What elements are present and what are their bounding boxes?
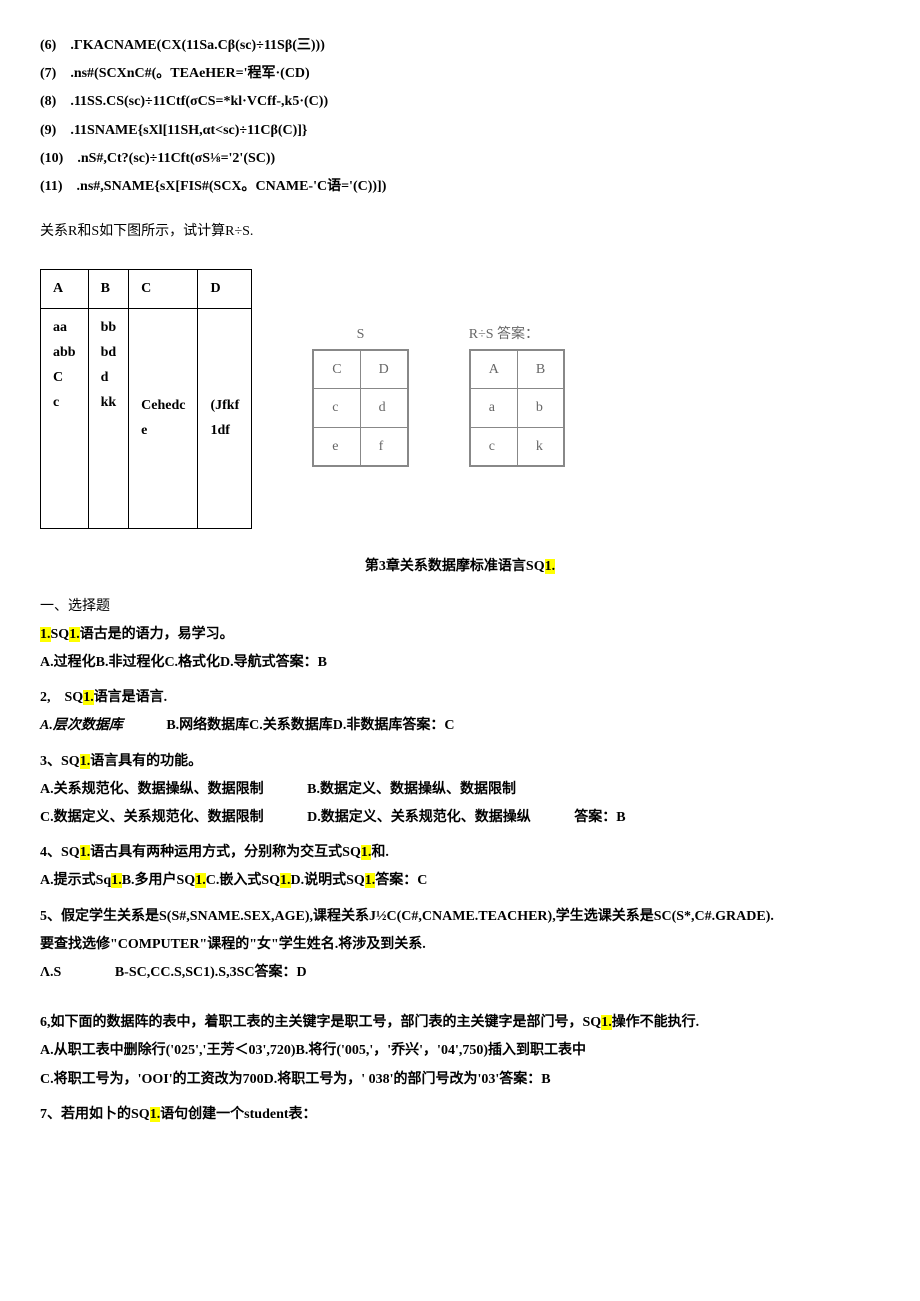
th-d: D — [198, 270, 252, 308]
s-cell: c — [314, 389, 360, 427]
formula-9: (9) .11SNAME{sXl[11SH,αt<sc)÷11Cβ(C)]} — [40, 118, 880, 143]
q4-hlb: 1. — [195, 873, 206, 888]
q3-b: B.数据定义、数据操纵、数据限制 — [307, 782, 516, 797]
q2: 2, SQ1.语言是语言. — [40, 685, 880, 710]
q5-a: Λ.S — [40, 965, 61, 980]
q1-num: 1. — [40, 627, 51, 642]
th-b: B — [88, 270, 129, 308]
q4-hl1: 1. — [80, 845, 91, 860]
s-cell: C — [314, 351, 360, 389]
chapter-title-pre: 第3章关系数据摩标准语言SQ — [365, 559, 545, 574]
formula-10: (10) .nS#,Ct?(sc)÷11Cft(σS⅛='2'(SC)) — [40, 146, 880, 171]
q4-d: D.说明式SQ — [291, 873, 365, 888]
q6-row2: C.将职工号为，'OOI'的工资改为700D.将职工号为，' 038'的部门号改… — [40, 1067, 880, 1092]
s-cell: d — [360, 389, 407, 427]
q3: 3、SQ1.语言具有的功能。 — [40, 749, 880, 774]
th-c: C — [129, 270, 198, 308]
s-cell: D — [360, 351, 407, 389]
q4-hl2: 1. — [361, 845, 372, 860]
q4-opts: A.提示式Sq1.B.多用户SQ1.C.嵌入式SQ1.D.说明式SQ1.答案：C — [40, 868, 880, 893]
rs-cell: A — [470, 351, 517, 389]
q3-d: D.数据定义、关系规范化、数据操纵 — [307, 810, 531, 825]
q3-row2: C.数据定义、关系规范化、数据限制 D.数据定义、关系规范化、数据操纵 答案：B — [40, 805, 880, 830]
q2-hl: 1. — [83, 690, 94, 705]
q4-a: A.提示式Sq — [40, 873, 111, 888]
section-1-heading: 一、选择题 — [40, 594, 880, 619]
q4: 4、SQ1.语古具有两种运用方式，分别称为交互式SQ1.和. — [40, 840, 880, 865]
q6-post: 操作不能执行. — [612, 1015, 700, 1030]
q3-ans: 答案：B — [574, 810, 625, 825]
q2-rest: 语言是语言. — [94, 690, 168, 705]
q5-opts: Λ.S B-SC,CC.S,SC1).S,3SC答案：D — [40, 960, 880, 985]
q3-num: 3、SQ — [40, 754, 80, 769]
q1-hl: 1. — [69, 627, 80, 642]
rs-cell: B — [517, 351, 563, 389]
image-s-title: S — [312, 322, 408, 347]
rs-cell: a — [470, 389, 517, 427]
formula-11: (11) .ns#,SNAME{sX[FIS#(SCX。CNAME-'C语='(… — [40, 174, 880, 199]
q4-ans: 答案：C — [375, 873, 427, 888]
formula-6: (6) .ΓKACNAME(CX(11Sa.Cβ(sc)÷11Sβ(三))) — [40, 33, 880, 58]
q7-pre: 7、若用如卜的SQ — [40, 1107, 150, 1122]
q1-rest: 语古是的语力，易学习。 — [80, 627, 234, 642]
q2-opts: A.层次数据库 B.网络数据库C.关系数据库D.非数据库答案：C — [40, 713, 880, 738]
q3-hl: 1. — [80, 754, 91, 769]
q4-c: C.嵌入式SQ — [206, 873, 280, 888]
q3-rest: 语言具有的功能。 — [90, 754, 202, 769]
s-cell: e — [314, 427, 360, 465]
cell-a: aa abb C c — [41, 308, 89, 528]
cell-b: bb bd d kk — [88, 308, 129, 528]
formula-7: (7) .ns#(SCXnC#(。TEAeHER='程军·(CD) — [40, 61, 880, 86]
q2-opt-rest: B.网络数据库C.关系数据库D.非数据库答案：C — [166, 718, 454, 733]
q4-mid1: 语古具有两种运用方式，分别称为交互式SQ — [90, 845, 361, 860]
q4-mid2: 和. — [371, 845, 389, 860]
image-rs: AB ab ck — [469, 349, 565, 467]
rs-cell: b — [517, 389, 563, 427]
q7: 7、若用如卜的SQ1.语句创建一个student表： — [40, 1102, 880, 1127]
chapter-title-hl: 1. — [545, 559, 556, 574]
q6-pre: 6,如下面的数据阵的表中，着职工表的主关键字是职工号，部门表的主关键字是部门号，… — [40, 1015, 601, 1030]
image-rs-wrapper: R÷S 答案： AB ab ck — [469, 322, 565, 476]
q5-rest: B-SC,CC.S,SC1).S,3SC答案：D — [115, 965, 307, 980]
q7-hl: 1. — [150, 1107, 161, 1122]
rs-cell: c — [470, 427, 517, 465]
q6-hl: 1. — [601, 1015, 612, 1030]
q6: 6,如下面的数据阵的表中，着职工表的主关键字是职工号，部门表的主关键字是部门号，… — [40, 1010, 880, 1035]
image-rs-title: R÷S 答案： — [469, 322, 565, 347]
q4-b: B.多用户SQ — [122, 873, 196, 888]
q1-opts: A.过程化B.非过程化C.格式化D.导航式答案：B — [40, 650, 880, 675]
q3-a: A.关系规范化、数据操纵、数据限制 — [40, 782, 264, 797]
image-s: CD cd ef — [312, 349, 408, 467]
rs-prompt: 关系R和S如下图所示，试计算R÷S. — [40, 219, 880, 244]
s-cell: f — [360, 427, 407, 465]
table-r: A B C D aa abb C c bb bd d kk Cehedc e (… — [40, 269, 252, 528]
formula-8: (8) .11SS.CS(sc)÷11Ctf(σCS=*kl·VCff-,k5·… — [40, 89, 880, 114]
q1: 1.SQ1.语古是的语力，易学习。 — [40, 622, 880, 647]
q3-row1: A.关系规范化、数据操纵、数据限制 B.数据定义、数据操纵、数据限制 — [40, 777, 880, 802]
cell-c: Cehedc e — [129, 308, 198, 528]
cell-d: (Jfkf 1df — [198, 308, 252, 528]
q2-num: 2, SQ — [40, 690, 83, 705]
q7-post: 语句创建一个student表： — [160, 1107, 316, 1122]
q4-num: 4、SQ — [40, 845, 80, 860]
q1-sq: SQ — [51, 627, 70, 642]
q3-c: C.数据定义、关系规范化、数据限制 — [40, 810, 264, 825]
q2-opt-a: A.层次数据库 — [40, 718, 123, 733]
th-a: A — [41, 270, 89, 308]
image-s-wrapper: S CD cd ef — [312, 322, 408, 476]
q5-line1: 5、假定学生关系是S(S#,SNAME.SEX,AGE),课程关系J½C(C#,… — [40, 904, 880, 929]
q6-row1: A.从职工表中删除行('025','王芳＜03',720)B.将行('005,'… — [40, 1038, 880, 1063]
q5-line2: 要查找选修"COMPUTER"课程的"女"学生姓名.将涉及到关系. — [40, 932, 880, 957]
q4-hla: 1. — [111, 873, 122, 888]
q4-hlc: 1. — [280, 873, 291, 888]
chapter-title: 第3章关系数据摩标准语言SQ1. — [40, 554, 880, 579]
rs-cell: k — [517, 427, 563, 465]
q4-hld: 1. — [365, 873, 376, 888]
